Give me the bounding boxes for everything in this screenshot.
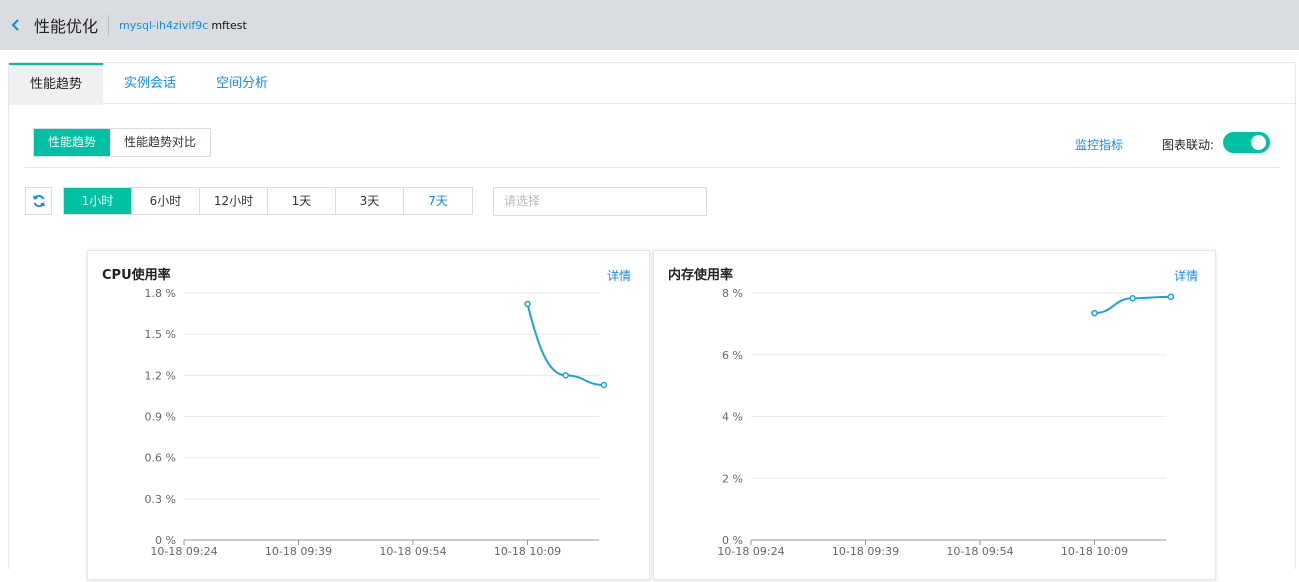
memory-usage-chart: 0 %2 %4 %6 %8 %10-18 09:24 10-18 09:39 10-… [717, 287, 1175, 558]
y-tick-label: 0.3 % [145, 493, 176, 506]
memory-chart-card: 内存使用率 详情 0 % 2 % 4 % 6 % 8 % 10-18 09:24 10-18… [653, 250, 1216, 580]
y-tick-label: 0.6 % [145, 452, 176, 465]
y-tick-label: 0.9 % [145, 411, 176, 424]
chart-link-toggle[interactable] [1223, 132, 1270, 153]
x-tick-label: 10-18 09:24 [717, 545, 784, 558]
x-tick-label: 10-18 10:09 [494, 545, 561, 558]
range-12h-button[interactable]: 12小时 [200, 188, 268, 214]
tab-bar: 性能趋势 实例会话 空间分析 [9, 63, 1296, 105]
y-tick-label: 4 % [722, 411, 743, 424]
cpu-chart-title: CPU使用率 [102, 268, 171, 283]
data-point[interactable] [524, 300, 531, 308]
monitor-metrics-link[interactable]: 监控指标 [1075, 136, 1123, 153]
data-point[interactable] [1129, 294, 1136, 302]
range-1d-button[interactable]: 1天 [268, 188, 336, 214]
chevron-left-icon[interactable] [10, 18, 22, 32]
page-title: 性能优化 [34, 17, 99, 36]
view-trend-button[interactable]: 性能趋势 [34, 129, 111, 156]
data-point[interactable] [1167, 293, 1175, 300]
time-select-dropdown[interactable]: 请选择 [493, 187, 707, 216]
cpu-detail-link[interactable]: 详情 [607, 267, 631, 284]
tab-performance-trend[interactable]: 性能趋势 [9, 63, 103, 105]
cpu-chart-card: CPU使用率 详情 0 % 0.3 % 0.6 % 0.9 % 1.2 % 1.5 % 1.… [87, 250, 650, 580]
data-point[interactable] [1091, 309, 1098, 317]
x-tick-label: 10-18 09:39 [832, 545, 899, 558]
memory-detail-link[interactable]: 详情 [1174, 267, 1198, 284]
x-tick-label: 10-18 09:24 [150, 545, 217, 558]
x-tick-label: 10-18 09:54 [946, 545, 1013, 558]
instance-name: mftest [211, 18, 247, 32]
range-7d-button[interactable]: 7天 [404, 188, 472, 214]
data-point[interactable] [562, 372, 569, 379]
range-3d-button[interactable]: 3天 [336, 188, 404, 214]
top-header: 性能优化 mysql-ih4zivif9c mftest [0, 0, 1299, 50]
range-6h-button[interactable]: 6小时 [132, 188, 200, 214]
refresh-icon [32, 195, 45, 207]
x-tick-label: 10-18 09:54 [379, 545, 446, 558]
refresh-button[interactable] [25, 187, 52, 215]
y-tick-label: 1.8 % [145, 287, 176, 300]
y-tick-label: 1.2 % [145, 369, 176, 382]
divider [24, 167, 1280, 168]
tab-instance-sessions[interactable]: 实例会话 [107, 63, 193, 104]
cpu-usage-chart: 0 %0.3 %0.6 %0.9 %1.2 %1.5 %1.8 %10-18 0… [145, 287, 608, 558]
x-tick-label: 10-18 10:09 [1061, 545, 1128, 558]
y-tick-label: 8 % [722, 287, 743, 300]
data-point[interactable] [600, 381, 608, 389]
y-tick-label: 2 % [722, 472, 743, 485]
view-switch: 性能趋势 性能趋势对比 [33, 128, 212, 157]
tab-space-analysis[interactable]: 空间分析 [199, 63, 285, 104]
view-trend-compare-button[interactable]: 性能趋势对比 [110, 129, 210, 156]
header-divider [108, 15, 110, 35]
x-tick-label: 10-18 09:39 [265, 545, 332, 558]
content-panel: 性能趋势 实例会话 空间分析 性能趋势 性能趋势对比 监控指标 图表联动: 1小… [8, 62, 1296, 580]
chart-link-label: 图表联动: [1162, 138, 1215, 152]
y-tick-label: 1.5 % [145, 328, 176, 341]
time-range-selector: 1小时 6小时 12小时 1天 3天 7天 [63, 187, 473, 215]
y-tick-label: 6 % [722, 349, 743, 362]
memory-chart-title: 内存使用率 [668, 268, 734, 283]
range-1h-button[interactable]: 1小时 [64, 188, 132, 214]
instance-id-link[interactable]: mysql-ih4zivif9c [119, 19, 208, 32]
toggle-knob [1251, 135, 1266, 150]
